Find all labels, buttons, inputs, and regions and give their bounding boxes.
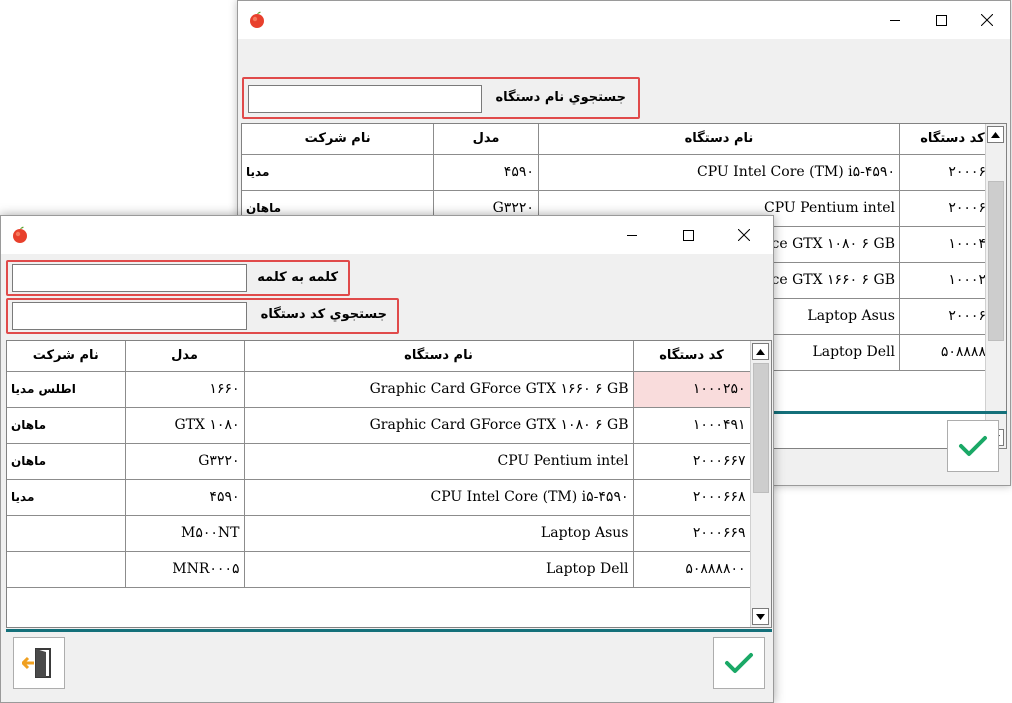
cell-company: [7, 551, 126, 588]
table-row[interactable]: مدیا ۴۵۹۰ CPU Intel Core (TM) i۵-۴۵۹۰ ۲۰۰۰۶…: [7, 479, 751, 516]
check-icon: [725, 653, 753, 673]
close-icon: [981, 14, 993, 26]
cell-device-code: ۱۰۰۰۲۵۰: [633, 371, 751, 408]
cell-model: MNR۰۰۰۵: [125, 551, 245, 588]
scroll-up-button[interactable]: [752, 343, 769, 360]
maximize-icon: [935, 14, 947, 26]
device-grid[interactable]: نام شرکت مدل نام دستگاه کد دستگاه اطلس م…: [6, 340, 772, 628]
word-search-label: کلمه به کلمه: [257, 270, 338, 285]
exit-button[interactable]: [13, 637, 65, 689]
scroll-up-button[interactable]: [987, 126, 1004, 143]
device-search-window-front: کلمه به کلمه جستجوي کد دستگاه نام شرکت م…: [0, 215, 774, 703]
arrow-up-icon: [991, 131, 1000, 138]
maximize-button[interactable]: [665, 216, 711, 254]
cell-company: مدیا: [7, 479, 126, 516]
table-header-row: نام شرکت مدل نام دستگاه کد دستگاه: [242, 124, 1006, 155]
cell-device-code: ۱۰۰۰۴۹۱: [633, 407, 751, 444]
scroll-thumb[interactable]: [988, 181, 1004, 341]
maximize-icon: [682, 229, 694, 241]
cell-device-name: Graphic Card GForce GTX ۱۰۸۰ ۶ GB: [244, 407, 634, 444]
column-header-company[interactable]: نام شرکت: [7, 341, 126, 372]
table-row[interactable]: مدیا ۴۵۹۰ CPU Intel Core (TM) i۵-۴۵۹۰ ۲۰۰۰۶…: [242, 154, 1006, 191]
cell-device-name: CPU Intel Core (TM) i۵-۴۵۹۰: [538, 154, 900, 191]
column-header-device-name[interactable]: نام دستگاه: [538, 124, 900, 155]
title-bar: [238, 1, 1010, 39]
device-name-search-label: جستجوي نام دستگاه: [495, 90, 626, 105]
device-code-search-input[interactable]: [12, 302, 247, 330]
maximize-button[interactable]: [918, 1, 964, 39]
device-code-search-label: جستجوي کد دستگاه: [260, 307, 387, 322]
cell-device-code: ۲۰۰۰۶۶۸: [633, 479, 751, 516]
cell-device-name: Graphic Card GForce GTX ۱۶۶۰ ۶ GB: [244, 371, 634, 408]
arrow-down-icon: [756, 613, 765, 620]
window-body: کلمه به کلمه جستجوي کد دستگاه نام شرکت م…: [1, 254, 773, 702]
apple-icon: [13, 226, 27, 243]
exit-door-icon: [22, 648, 51, 678]
vertical-scrollbar[interactable]: [750, 341, 771, 627]
cell-model: GTX ۱۰۸۰: [125, 407, 245, 444]
minimize-button[interactable]: [872, 1, 918, 39]
column-header-model[interactable]: مدل: [125, 341, 245, 372]
cell-model: M۵۰۰NT: [125, 515, 245, 552]
table-row[interactable]: ماهان G۳۲۲۰ CPU Pentium intel ۲۰۰۰۶۶۷: [7, 443, 751, 480]
check-icon: [959, 436, 987, 456]
cell-model: ۴۵۹۰: [433, 154, 539, 191]
cell-device-code: ۲۰۰۰۶۶۹: [633, 515, 751, 552]
apple-icon: [250, 11, 264, 28]
ok-button[interactable]: [947, 420, 999, 472]
minimize-icon: [626, 234, 637, 236]
cell-model: ۴۵۹۰: [125, 479, 245, 516]
title-bar: [1, 216, 773, 254]
device-table: نام شرکت مدل نام دستگاه کد دستگاه اطلس م…: [7, 341, 751, 588]
cell-model: ۱۶۶۰: [125, 371, 245, 408]
table-row[interactable]: M۵۰۰NT Laptop Asus ۲۰۰۰۶۶۹: [7, 515, 751, 552]
close-button[interactable]: [964, 1, 1010, 39]
cell-model: G۳۲۲۰: [125, 443, 245, 480]
cell-device-code: ۲۰۰۰۶۶۷: [633, 443, 751, 480]
cell-device-name: CPU Pentium intel: [244, 443, 634, 480]
vertical-scrollbar[interactable]: [985, 124, 1006, 448]
column-header-device-name[interactable]: نام دستگاه: [244, 341, 634, 372]
word-search-input[interactable]: [12, 264, 247, 292]
table-row[interactable]: ماهان GTX ۱۰۸۰ Graphic Card GForce GTX ۱۰۸…: [7, 407, 751, 444]
cell-device-name: Laptop Dell: [244, 551, 634, 588]
cell-device-name: Laptop Asus: [244, 515, 634, 552]
scroll-thumb[interactable]: [753, 363, 769, 493]
column-header-company[interactable]: نام شرکت: [242, 124, 435, 155]
cell-company: ماهان: [7, 407, 126, 444]
scroll-down-button[interactable]: [752, 608, 769, 625]
device-name-search-input[interactable]: [248, 85, 482, 113]
cell-device-name: CPU Intel Core (TM) i۵-۴۵۹۰: [244, 479, 634, 516]
table-row[interactable]: MNR۰۰۰۵ Laptop Dell ۵۰۸۸۸۸۰۰: [7, 551, 751, 588]
table-row[interactable]: اطلس مدیا ۱۶۶۰ Graphic Card GForce GTX ۱۶۶…: [7, 371, 751, 408]
minimize-icon: [889, 19, 900, 21]
minimize-button[interactable]: [609, 216, 655, 254]
table-header-row: نام شرکت مدل نام دستگاه کد دستگاه: [7, 341, 751, 372]
cell-company: اطلس مدیا: [7, 371, 126, 408]
cell-company: ماهان: [7, 443, 126, 480]
cell-company: مدیا: [242, 154, 435, 191]
arrow-up-icon: [756, 348, 765, 355]
column-header-model[interactable]: مدل: [433, 124, 539, 155]
close-icon: [738, 229, 750, 241]
ok-button[interactable]: [713, 637, 765, 689]
close-button[interactable]: [721, 216, 767, 254]
column-header-device-code[interactable]: کد دستگاه: [633, 341, 751, 372]
cell-company: [7, 515, 126, 552]
separator: [6, 629, 772, 632]
cell-device-code: ۵۰۸۸۸۸۰۰: [633, 551, 751, 588]
